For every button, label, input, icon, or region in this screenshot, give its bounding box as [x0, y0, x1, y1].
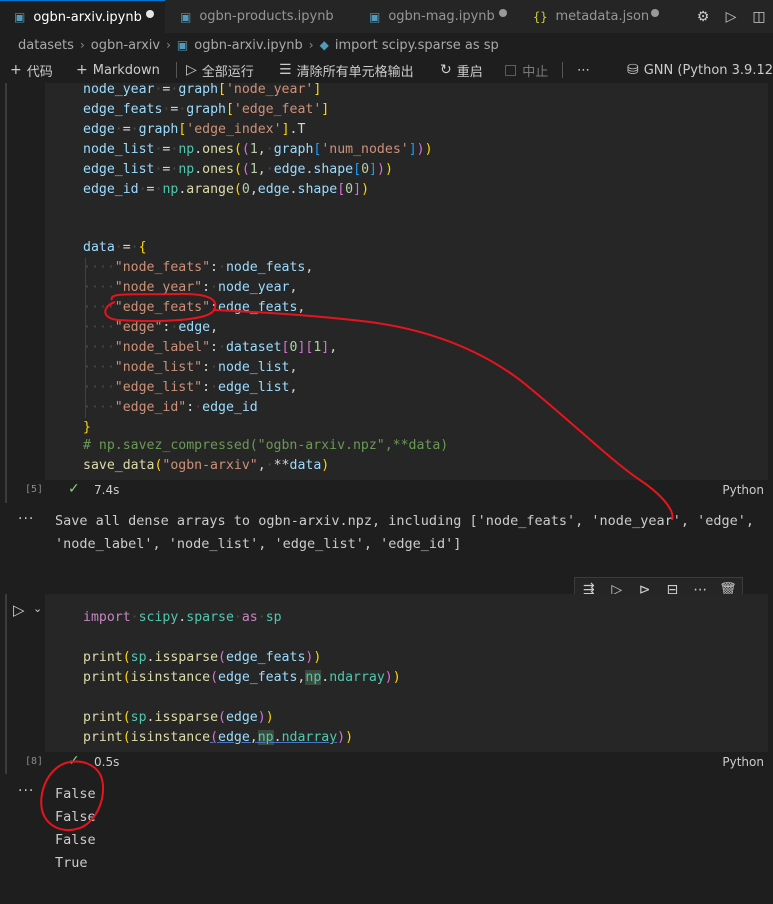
execution-count: [5] [25, 484, 44, 495]
execution-time: 7.4s [94, 483, 120, 497]
unsaved-dot-icon[interactable] [499, 9, 507, 17]
output-line: False [55, 832, 96, 848]
code-line: print(isinstance(edge_feats,np.ndarray)) [83, 670, 401, 685]
tab-ogbn-arxiv[interactable]: ▣ ogbn-arxiv.ipynb [0, 0, 165, 33]
notebook-icon: ▣ [180, 9, 192, 24]
run-all-icon: ▷ [186, 62, 197, 78]
code-line: edge_id·=·np.arange(0,edge.shape[0]) [83, 182, 370, 197]
code-line: data·=·{ [83, 240, 147, 255]
output-line: Save all dense arrays to ogbn-arxiv.npz,… [55, 513, 754, 529]
tab-label: ogbn-products.ipynb [199, 9, 334, 24]
kernel-picker[interactable]: ⛁ GNN (Python 3.9.12) [627, 57, 773, 83]
chevron-right-icon: › [79, 38, 85, 52]
output-line: False [55, 786, 96, 802]
interrupt-label: 中止 [522, 64, 549, 80]
output-line: True [55, 855, 88, 871]
json-braces-icon: {} [533, 9, 548, 24]
notebook-icon: ▣ [14, 10, 26, 24]
execution-time: 0.5s [94, 755, 120, 769]
code-line: ····"edge_list":·edge_list, [83, 380, 298, 395]
cell-focus-border [5, 594, 7, 774]
restart-label: 重启 [456, 64, 483, 80]
add-code-button[interactable]: + 代码 [10, 57, 53, 83]
notebook-icon: ▣ [369, 9, 381, 24]
tab-ogbn-mag[interactable]: ▣ ogbn-mag.ipynb [355, 0, 518, 33]
restart-icon: ↻ [440, 62, 452, 78]
cell-focus-border [5, 83, 7, 503]
code-line: ····"node_label":·dataset[0][1], [83, 340, 338, 355]
code-line: edge_feats·=·graph['edge_feat'] [83, 102, 330, 117]
toolbar-divider [562, 62, 563, 78]
clear-all-icon: ☰ [279, 62, 292, 78]
kernel-label: GNN (Python 3.9.12) [643, 62, 773, 78]
output-more-icon[interactable]: ··· [18, 783, 34, 799]
python-icon: ◆ [319, 38, 329, 52]
notebook-icon: ▣ [176, 38, 189, 52]
code-line: ····"edge_id":·edge_id [83, 400, 258, 415]
run-all-label: 全部运行 [201, 64, 254, 80]
add-markdown-label: Markdown [92, 62, 160, 78]
code-line: ····"node_year":·node_year, [83, 280, 298, 295]
chevron-right-icon: › [166, 38, 171, 52]
plus-icon: + [76, 62, 88, 78]
add-code-label: 代码 [26, 64, 53, 80]
output-line: 'node_label', 'node_list', 'edge_list', … [55, 536, 462, 552]
code-line: } [83, 420, 91, 435]
output-more-icon[interactable]: ··· [18, 511, 34, 527]
code-line: print(sp.issparse(edge)) [83, 710, 274, 725]
plus-icon: + [10, 62, 22, 78]
gear-icon[interactable]: ⚙ [689, 9, 717, 25]
code-line: ····"node_list":·node_list, [83, 360, 298, 375]
split-editor-icon[interactable]: ◫ [745, 9, 773, 25]
tab-label: metadata.json [555, 9, 650, 24]
tab-metadata-json[interactable]: {} metadata.json [519, 0, 669, 33]
tab-label: ogbn-arxiv.ipynb [33, 9, 142, 25]
output-line: False [55, 809, 96, 825]
toolbar-divider [176, 62, 177, 78]
more-actions-button[interactable]: ⋯ [577, 57, 590, 83]
chevron-down-icon[interactable]: ⌄ [33, 602, 42, 615]
code-line: edge_list·=·np.ones((1,·edge.shape[0])) [83, 162, 393, 177]
code-line: save_data("ogbn-arxiv",·**data) [83, 458, 330, 473]
cell-status-bar: [5] ✓ 7.4s Python [5, 480, 773, 502]
breadcrumb-item[interactable]: datasets [18, 38, 74, 53]
stop-icon: □ [504, 62, 518, 78]
kernel-icon: ⛁ [627, 62, 639, 78]
play-icon[interactable]: ▷ [717, 9, 745, 25]
tab-bar: ▣ ogbn-arxiv.ipynb ▣ ogbn-products.ipynb… [0, 0, 773, 33]
interrupt-button[interactable]: □ 中止 [504, 57, 548, 83]
execution-count: [8] [25, 756, 44, 767]
breadcrumb-item[interactable]: ogbn-arxiv.ipynb [194, 38, 303, 53]
breadcrumb: datasets › ogbn-arxiv › ▣ ogbn-arxiv.ipy… [0, 33, 773, 57]
code-line: # np.savez_compressed("ogbn-arxiv.npz",*… [83, 438, 449, 453]
restart-button[interactable]: ↻ 重启 [440, 57, 483, 83]
cell-language[interactable]: Python [722, 755, 764, 769]
code-line: print(sp.issparse(edge_feats)) [83, 650, 322, 665]
tab-ogbn-products[interactable]: ▣ ogbn-products.ipynb [166, 0, 354, 33]
cell-language[interactable]: Python [722, 483, 764, 497]
check-icon: ✓ [68, 481, 80, 497]
code-line: edge·=·graph['edge_index'].T [83, 122, 306, 137]
more-icon: ⋯ [577, 62, 590, 78]
breadcrumb-item[interactable]: ogbn-arxiv [91, 38, 160, 53]
unsaved-dot-icon[interactable] [651, 9, 659, 17]
clear-outputs-label: 清除所有单元格输出 [296, 64, 414, 80]
unsaved-dot-icon[interactable] [146, 10, 154, 18]
code-line: print(isinstance(edge,np.ndarray)) [83, 730, 354, 745]
check-icon: ✓ [68, 753, 80, 769]
code-line: ····"edge_feats":edge_feats, [83, 300, 306, 315]
chevron-right-icon: › [308, 38, 314, 52]
code-line: import·scipy.sparse·as·sp [83, 610, 282, 625]
code-line: node_year·=·graph['node_year'] [83, 82, 322, 97]
code-line: node_list·=·np.ones((1,·graph['num_nodes… [83, 142, 433, 157]
code-line: ····"edge":·edge, [83, 320, 219, 335]
cell-status-bar: [8] ✓ 0.5s Python [5, 752, 773, 774]
run-cell-icon[interactable]: ▷ [13, 601, 25, 619]
breadcrumb-item[interactable]: import scipy.sparse as sp [335, 38, 499, 53]
tab-label: ogbn-mag.ipynb [388, 9, 495, 24]
editor-actions: ⚙ ▷ ◫ [689, 0, 773, 33]
code-line: ····"node_feats":·node_feats, [83, 260, 314, 275]
